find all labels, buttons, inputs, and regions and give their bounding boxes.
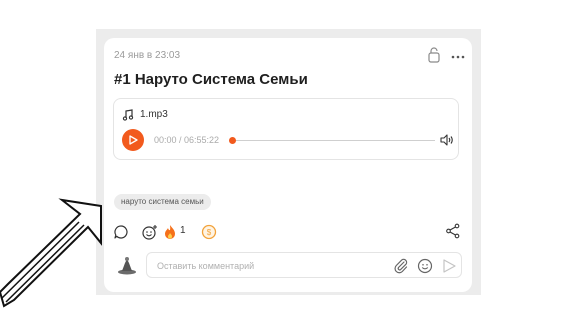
arrow-annotation: [0, 198, 102, 308]
